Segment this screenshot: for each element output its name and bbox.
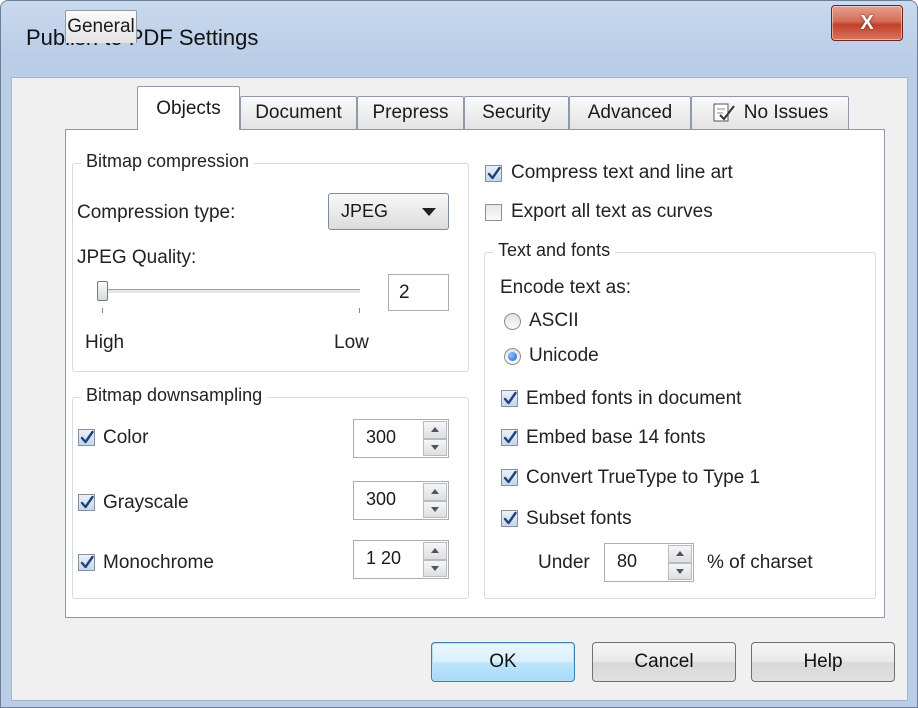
subset-threshold-value: 80: [617, 551, 638, 571]
jpeg-quality-value: 2: [399, 281, 410, 303]
checkmark-icon: [487, 166, 501, 180]
grayscale-label: Grayscale: [103, 492, 189, 513]
spin-up-button[interactable]: [423, 542, 447, 560]
jpeg-quality-input[interactable]: 2: [388, 274, 449, 311]
slider-tick: [102, 308, 103, 313]
checkmark-icon: [503, 391, 517, 405]
spin-up-button[interactable]: [423, 421, 447, 439]
grayscale-resolution-value: 300: [366, 489, 397, 509]
subset-fonts-label: Subset fonts: [526, 508, 632, 529]
tab-label: Prepress: [372, 102, 449, 123]
tab-label: Advanced: [587, 102, 673, 123]
checkmark-icon: [80, 430, 94, 444]
slider-max-label: Low: [334, 332, 369, 353]
under-label: Under: [538, 552, 590, 573]
tab-label: No Issues: [743, 102, 829, 123]
tab-general[interactable]: General: [65, 10, 137, 43]
monochrome-resolution-spinner[interactable]: 1 20: [353, 540, 449, 579]
tab-no-issues[interactable]: No Issues: [691, 96, 849, 129]
spin-up-button[interactable]: [668, 545, 692, 563]
charset-suffix-label: % of charset: [707, 552, 813, 573]
tab-label: Document: [255, 102, 342, 123]
spin-down-button[interactable]: [423, 500, 447, 518]
embed-base14-checkbox[interactable]: [501, 429, 518, 446]
color-checkbox[interactable]: [78, 429, 95, 446]
jpeg-quality-slider-thumb[interactable]: [97, 281, 108, 301]
compression-type-label: Compression type:: [77, 202, 236, 223]
tab-advanced[interactable]: Advanced: [569, 96, 691, 129]
group-title: Bitmap compression: [81, 151, 255, 172]
embed-fonts-checkbox[interactable]: [501, 390, 518, 407]
close-button[interactable]: X: [831, 5, 903, 41]
grayscale-resolution-spinner[interactable]: 300: [353, 481, 449, 520]
title-bar[interactable]: Publish to PDF Settings X: [1, 1, 917, 76]
unicode-radio[interactable]: [504, 348, 521, 365]
tab-prepress[interactable]: Prepress: [357, 96, 464, 129]
tab-objects[interactable]: Objects: [137, 86, 240, 130]
unicode-label: Unicode: [529, 345, 599, 366]
tab-label: Objects: [156, 97, 221, 119]
slider-min-label: High: [85, 332, 125, 353]
color-resolution-spinner[interactable]: 300: [353, 419, 449, 458]
monochrome-label: Monochrome: [103, 552, 214, 573]
spin-up-button[interactable]: [423, 483, 447, 501]
grayscale-checkbox[interactable]: [78, 494, 95, 511]
checkmark-icon: [503, 511, 517, 525]
embed-fonts-label: Embed fonts in document: [526, 388, 742, 409]
color-label: Color: [103, 427, 149, 448]
compress-text-checkbox[interactable]: [485, 165, 502, 182]
objects-tab-panel: Bitmap compression Compression type: JPE…: [65, 129, 885, 618]
spin-down-button[interactable]: [668, 562, 692, 580]
group-title: Bitmap downsampling: [81, 385, 268, 406]
ascii-label: ASCII: [529, 310, 579, 331]
monochrome-checkbox[interactable]: [78, 554, 95, 571]
tab-security[interactable]: Security: [464, 96, 569, 129]
jpeg-quality-label: JPEG Quality:: [77, 247, 197, 268]
cancel-button[interactable]: Cancel: [592, 642, 736, 682]
dialog-title: Publish to PDF Settings: [26, 25, 259, 50]
tab-label: General: [67, 16, 135, 37]
slider-tick: [359, 308, 360, 313]
tab-label: Security: [482, 102, 551, 123]
compression-type-value: JPEG: [341, 201, 389, 221]
checkmark-icon: [503, 430, 517, 444]
spin-down-button[interactable]: [423, 438, 447, 456]
close-icon: X: [860, 11, 874, 34]
checkmark-icon: [80, 495, 94, 509]
tab-document[interactable]: Document: [240, 96, 357, 129]
chevron-down-icon: [422, 207, 436, 216]
convert-truetype-label: Convert TrueType to Type 1: [526, 467, 761, 488]
compress-text-label: Compress text and line art: [511, 162, 733, 183]
encode-text-label: Encode text as:: [500, 277, 631, 298]
help-button[interactable]: Help: [751, 642, 895, 682]
group-title: Text and fonts: [493, 240, 616, 261]
ascii-radio[interactable]: [504, 313, 521, 330]
export-curves-checkbox[interactable]: [485, 204, 502, 221]
ok-button[interactable]: OK: [431, 642, 575, 682]
compression-type-dropdown[interactable]: JPEG: [328, 193, 449, 230]
embed-base14-label: Embed base 14 fonts: [526, 427, 706, 448]
spin-down-button[interactable]: [423, 559, 447, 577]
export-curves-label: Export all text as curves: [511, 201, 713, 222]
checkmark-icon: [503, 470, 517, 484]
check-document-icon: [712, 103, 736, 123]
jpeg-quality-slider-track[interactable]: [98, 289, 360, 294]
subset-fonts-checkbox[interactable]: [501, 510, 518, 527]
checkmark-icon: [80, 555, 94, 569]
subset-threshold-spinner[interactable]: 80: [604, 543, 694, 582]
monochrome-resolution-value: 1 20: [366, 548, 402, 568]
convert-truetype-checkbox[interactable]: [501, 469, 518, 486]
color-resolution-value: 300: [366, 427, 397, 447]
